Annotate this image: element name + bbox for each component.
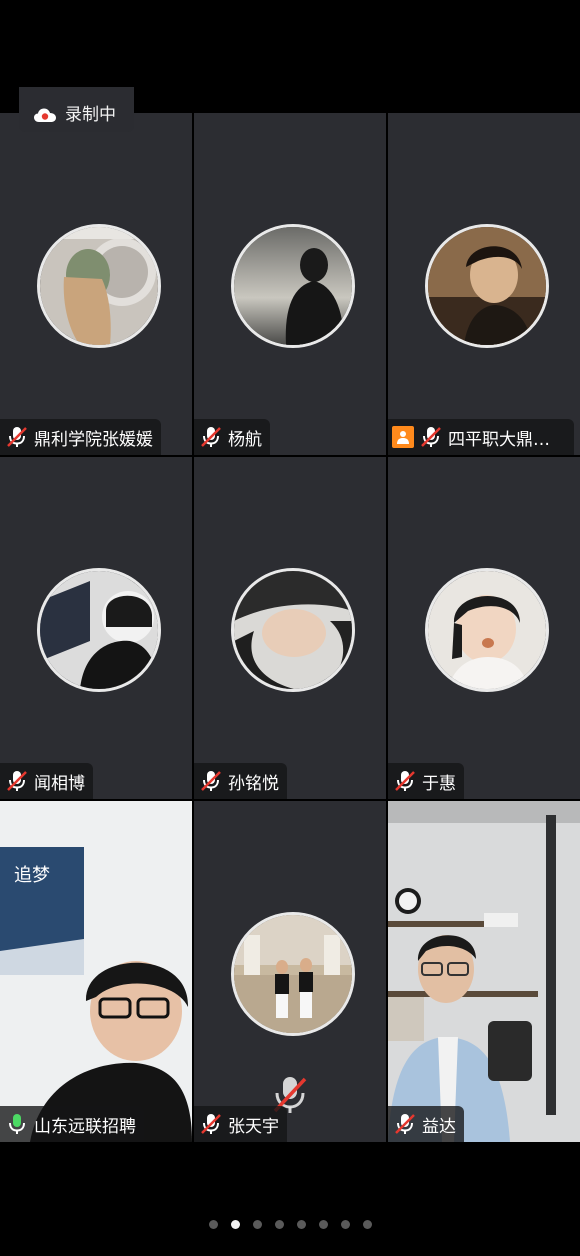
page-dot[interactable] xyxy=(362,1220,372,1229)
name-bar: 于惠 xyxy=(388,763,464,799)
name-bar: 鼎利学院张媛媛 xyxy=(0,419,161,455)
page-dot-active[interactable] xyxy=(230,1220,240,1229)
participant-tile[interactable]: 张天宇 xyxy=(194,801,386,1142)
avatar xyxy=(231,912,355,1036)
participant-tile[interactable]: 孙铭悦 xyxy=(194,457,386,799)
name-bar: 张天宇 xyxy=(194,1106,287,1142)
participant-name: 山东远联招聘 xyxy=(34,1116,136,1137)
participant-tile[interactable]: 杨航 xyxy=(194,113,386,455)
participant-tile[interactable]: 四平职大鼎利... xyxy=(388,113,580,455)
participant-tile[interactable]: 鼎利学院张媛媛 xyxy=(0,113,192,455)
avatar xyxy=(37,224,161,348)
video-feed: 追梦 xyxy=(0,801,192,1142)
avatar xyxy=(37,568,161,692)
mic-active-icon xyxy=(9,1114,25,1134)
participant-name: 鼎利学院张媛媛 xyxy=(34,429,153,450)
mic-muted-icon xyxy=(201,427,221,447)
avatar xyxy=(231,568,355,692)
svg-text:追梦: 追梦 xyxy=(14,865,50,885)
mic-muted-icon xyxy=(201,1114,221,1134)
participant-name: 闻相博 xyxy=(34,773,85,794)
page-dot[interactable] xyxy=(296,1220,306,1229)
participant-name: 张天宇 xyxy=(228,1116,279,1137)
mic-muted-icon xyxy=(7,771,27,791)
meeting-screen: 录制中 鼎利学院张媛媛 杨航 四平职大鼎利... 闻相博 孙铭悦 于惠 追梦 山… xyxy=(0,0,580,1256)
page-dot[interactable] xyxy=(208,1220,218,1229)
participant-name: 于惠 xyxy=(422,773,456,794)
participant-name: 四平职大鼎利... xyxy=(447,429,566,450)
participant-name: 孙铭悦 xyxy=(228,773,279,794)
name-bar: 山东远联招聘 xyxy=(0,1106,144,1142)
video-feed xyxy=(388,801,580,1142)
name-bar: 益达 xyxy=(388,1106,464,1142)
recording-badge[interactable]: 录制中 xyxy=(19,87,134,132)
recording-label: 录制中 xyxy=(65,104,116,125)
mic-muted-icon xyxy=(395,1114,415,1134)
avatar xyxy=(425,568,549,692)
mic-muted-icon xyxy=(201,771,221,791)
mic-muted-icon xyxy=(395,771,415,791)
participant-tile[interactable]: 闻相博 xyxy=(0,457,192,799)
page-dot[interactable] xyxy=(318,1220,328,1229)
host-icon xyxy=(392,426,414,448)
mic-muted-icon xyxy=(421,427,441,447)
avatar xyxy=(231,224,355,348)
page-indicator[interactable] xyxy=(0,1220,580,1236)
page-dot[interactable] xyxy=(252,1220,262,1229)
name-bar: 杨航 xyxy=(194,419,270,455)
participant-tile-video[interactable]: 益达 xyxy=(388,801,580,1142)
page-dot[interactable] xyxy=(274,1220,284,1229)
name-bar: 闻相博 xyxy=(0,763,93,799)
mic-muted-icon xyxy=(7,427,27,447)
name-bar: 孙铭悦 xyxy=(194,763,287,799)
video-grid: 鼎利学院张媛媛 杨航 四平职大鼎利... 闻相博 孙铭悦 于惠 追梦 山东远联招… xyxy=(0,113,580,1142)
page-dot[interactable] xyxy=(340,1220,350,1229)
name-bar: 四平职大鼎利... xyxy=(388,419,574,455)
avatar xyxy=(425,224,549,348)
participant-name: 杨航 xyxy=(228,429,262,450)
participant-name: 益达 xyxy=(422,1116,456,1137)
cloud-record-icon xyxy=(34,108,56,122)
participant-tile[interactable]: 于惠 xyxy=(388,457,580,799)
participant-tile-video[interactable]: 追梦 山东远联招聘 xyxy=(0,801,192,1142)
